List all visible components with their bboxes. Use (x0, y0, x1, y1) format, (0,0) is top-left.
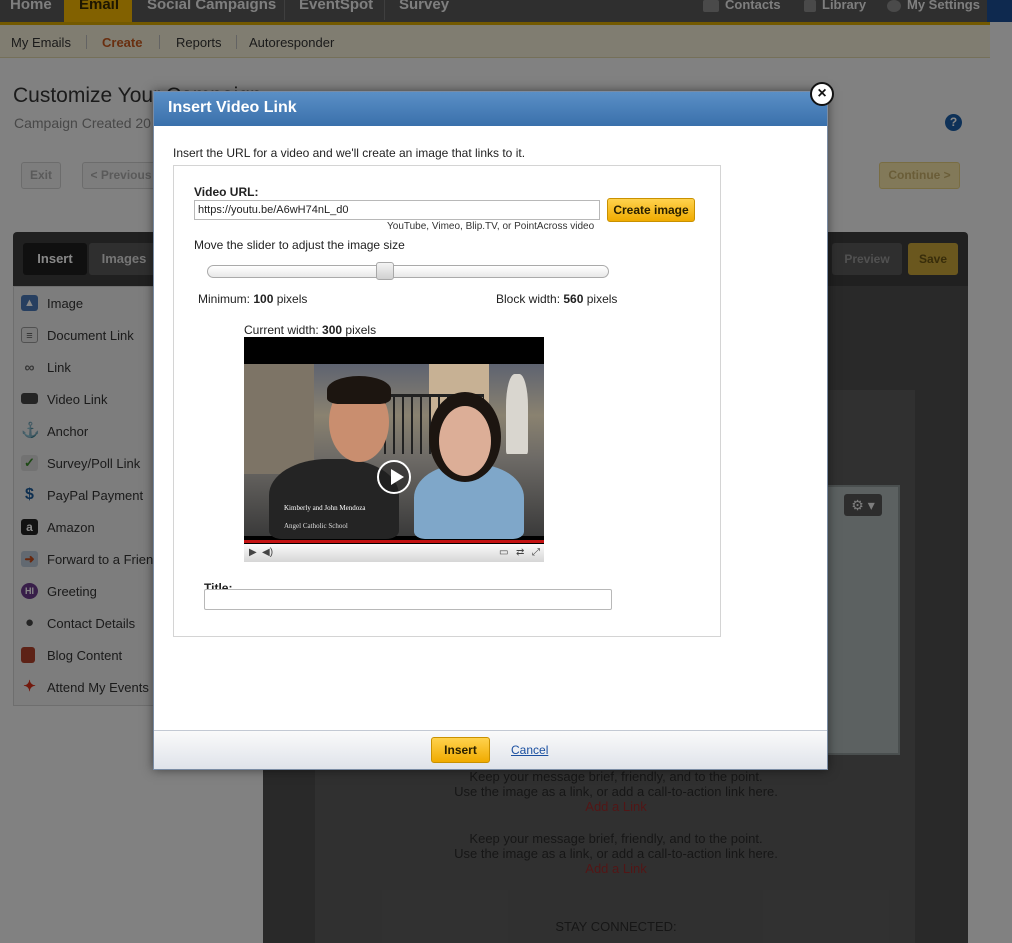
video-url-label: Video URL: (194, 185, 259, 199)
dialog-header: Insert Video Link (154, 92, 827, 126)
dialog-footer: Insert Cancel (154, 730, 827, 769)
volume-icon: ◀) (262, 547, 274, 558)
minimum-suffix: pixels (273, 292, 308, 306)
size-slider-handle[interactable] (375, 262, 394, 280)
current-suffix: pixels (342, 323, 377, 337)
current-value: 300 (322, 323, 343, 337)
background-building (244, 364, 314, 474)
cancel-link[interactable]: Cancel (511, 743, 548, 757)
slider-label: Move the slider to adjust the image size (194, 238, 405, 252)
video-caption: Kimberly and John Mendoza (284, 504, 366, 512)
video-frame: Kimberly and John Mendoza Angel Catholic… (244, 364, 544, 539)
man-hair (327, 376, 391, 404)
play-small-icon: ▶ (249, 547, 257, 558)
dialog-title: Insert Video Link (168, 99, 297, 116)
title-input[interactable] (204, 589, 612, 610)
current-prefix: Current width: (244, 323, 323, 337)
background-statue (506, 374, 528, 454)
block-prefix: Block width: (496, 292, 564, 306)
minimum-prefix: Minimum: (198, 292, 254, 306)
video-caption: Angel Catholic School (284, 522, 348, 530)
minimum-value: 100 (253, 292, 274, 306)
video-controls: ▶ ◀) ▭ ⇄ ⤢ (244, 544, 544, 562)
block-suffix: pixels (583, 292, 618, 306)
insert-video-link-dialog: Insert Video Link Insert the URL for a v… (153, 91, 828, 770)
captions-icon: ▭ (499, 547, 509, 558)
video-progress-bar (244, 540, 544, 543)
create-image-button[interactable]: Create image (607, 198, 695, 222)
close-icon[interactable]: × (810, 82, 834, 106)
size-slider-track[interactable] (207, 265, 609, 278)
fullscreen-icon: ⤢ (532, 547, 540, 558)
play-icon (377, 460, 411, 494)
block-value: 560 (563, 292, 584, 306)
video-form-panel: Video URL: Create image YouTube, Vimeo, … (173, 165, 721, 637)
dialog-intro: Insert the URL for a video and we'll cre… (173, 146, 526, 160)
video-thumbnail: Kimberly and John Mendoza Angel Catholic… (244, 337, 544, 562)
block-width-text: Block width: 560 pixels (496, 292, 617, 306)
woman-head (439, 406, 491, 476)
video-url-input[interactable] (194, 200, 600, 220)
current-width-text: Current width: 300 pixels (244, 323, 376, 337)
insert-button[interactable]: Insert (431, 737, 490, 763)
supported-providers-hint: YouTube, Vimeo, Blip.TV, or PointAcross … (387, 221, 595, 232)
minimum-width-text: Minimum: 100 pixels (198, 292, 307, 306)
settings-icon: ⇄ (516, 547, 525, 558)
